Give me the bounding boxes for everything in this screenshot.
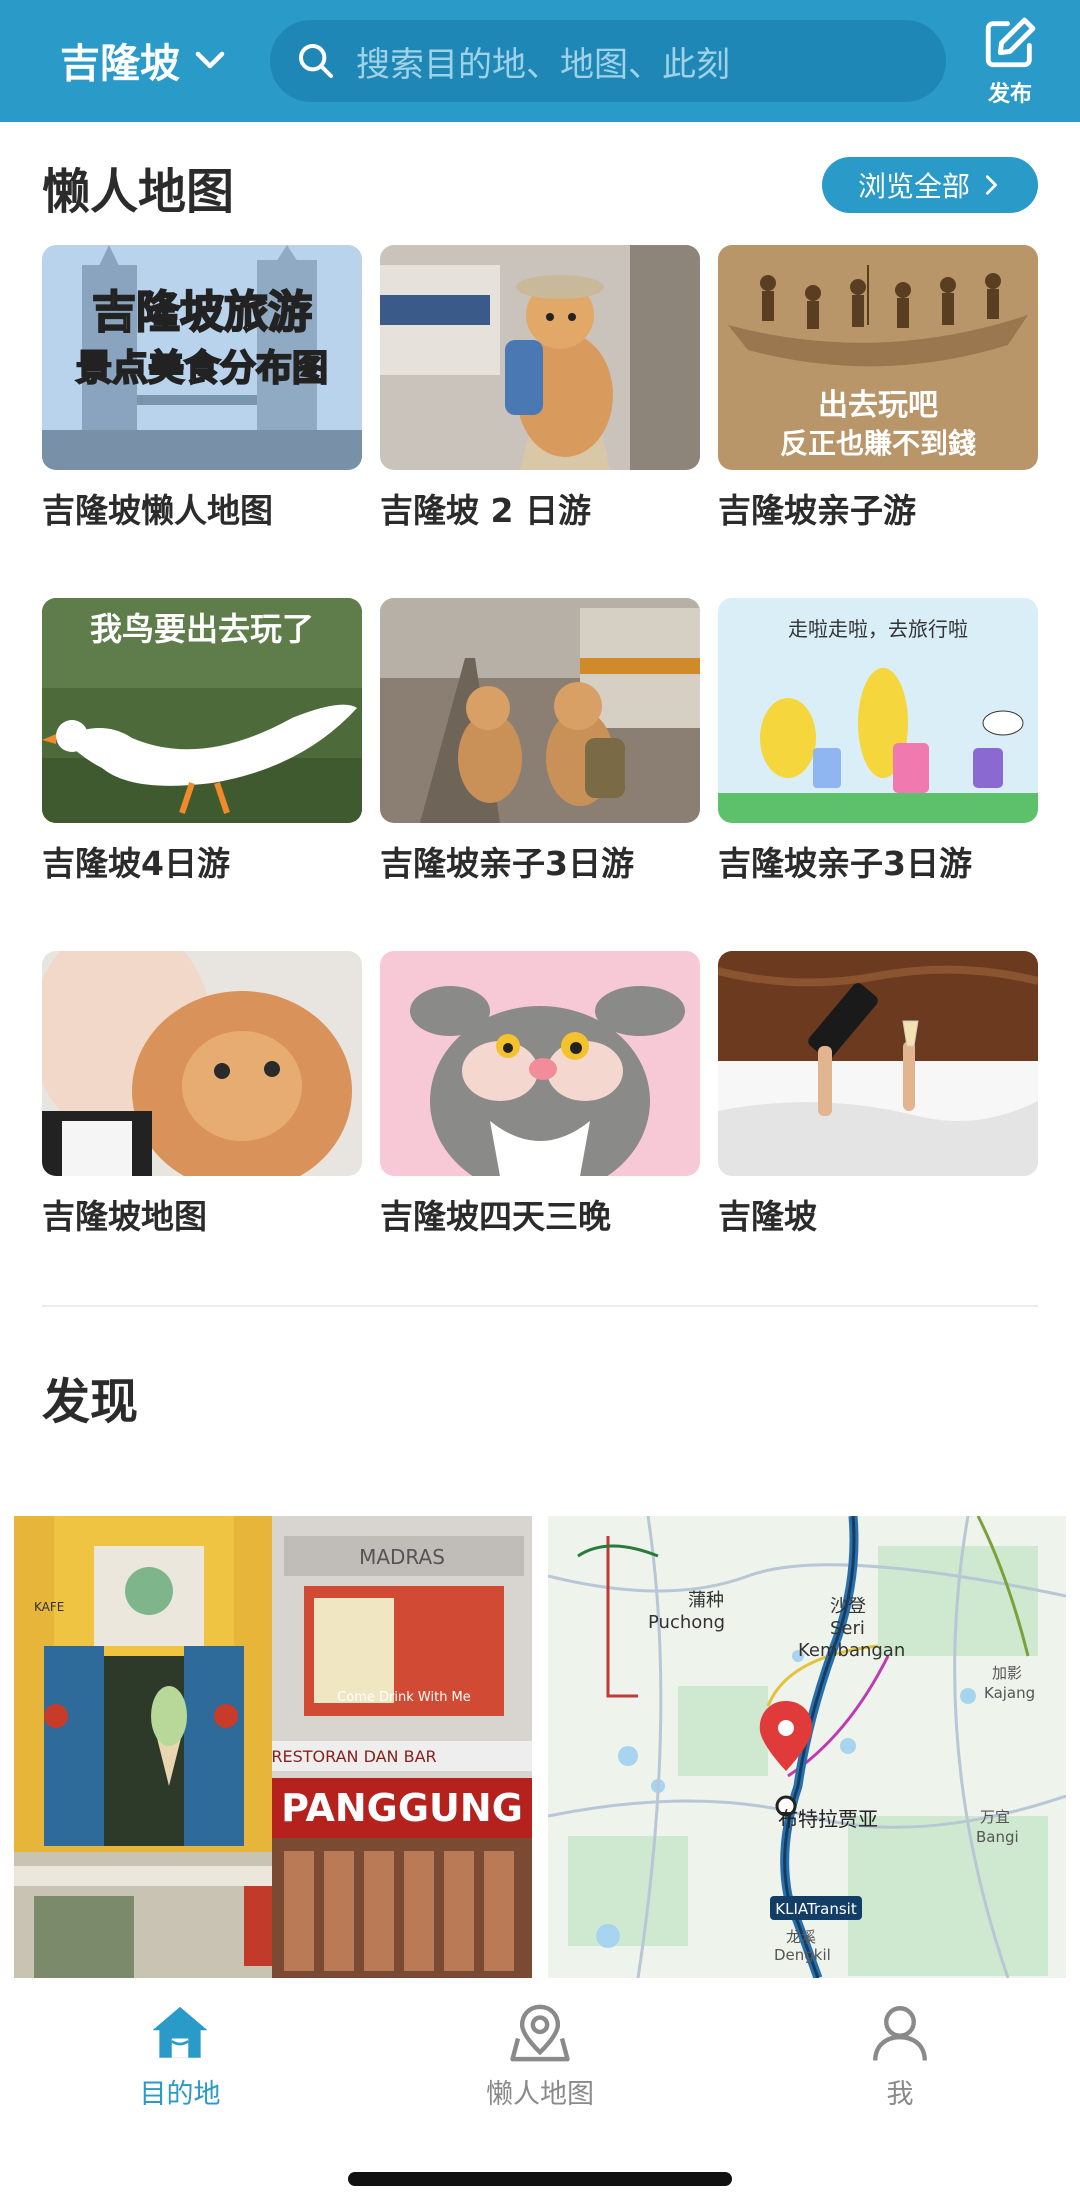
tab-lazy-maps[interactable]: 懒人地图 <box>440 2000 640 2111</box>
card-overlay-title: 出去玩吧 <box>818 388 938 423</box>
chevron-right-icon <box>985 175 997 195</box>
fruit-travel-cartoon: 走啦走啦，去旅行啦 <box>718 598 1038 823</box>
map-label-seri: Seri <box>830 1618 865 1639</box>
card-caption: 吉隆坡亲子3日游 <box>380 844 634 883</box>
card-caption: 吉隆坡亲子3日游 <box>718 844 972 883</box>
card-thumbnail: 走啦走啦，去旅行啦 <box>718 598 1038 823</box>
street-photo-collage: KAFE MADRAS Come Drink With Me RESTORAN … <box>14 1516 532 1978</box>
lazy-map-card[interactable]: 吉隆坡四天三晚 <box>380 951 700 1238</box>
card-thumbnail <box>718 951 1038 1176</box>
map-label-dengkil-cn: 龙溪 <box>786 1928 816 1946</box>
panggung-sign: PANGGUNG <box>281 1786 523 1830</box>
search-input[interactable]: 搜索目的地、地图、此刻 <box>270 20 946 102</box>
card-overlay-subtitle: 景点美食分布图 <box>76 348 328 389</box>
twin-towers-image: 吉隆坡旅游 景点美食分布图 <box>42 245 362 470</box>
lazy-map-card[interactable]: 吉隆坡 2 日游 <box>380 245 700 532</box>
transit-map-image: 蒲种 Puchong 沙登 Seri Kembangan 加影 Kajang 布… <box>548 1516 1066 1978</box>
cats-on-tracks-image <box>380 598 700 823</box>
search-placeholder: 搜索目的地、地图、此刻 <box>356 44 730 85</box>
lazy-map-card[interactable]: 走啦走啦，去旅行啦 吉隆坡亲子3日游 <box>718 598 1038 885</box>
girl-with-cat-image <box>42 951 362 1176</box>
home-icon <box>152 2006 208 2058</box>
map-label-putrajaya: 布特拉贾亚 <box>778 1807 878 1831</box>
discover-card[interactable]: KAFE MADRAS Come Drink With Me RESTORAN … <box>14 1516 532 1978</box>
tab-lazy-maps-label: 懒人地图 <box>486 2079 594 2110</box>
poster-text: Come Drink With Me <box>337 1690 471 1705</box>
lazy-map-card[interactable]: 出去玩吧 反正也賺不到錢 吉隆坡亲子游 <box>718 245 1038 532</box>
boat-painting-image: 出去玩吧 反正也賺不到錢 <box>718 245 1038 470</box>
map-label-puchong: Puchong <box>648 1612 725 1633</box>
card-overlay-title: 走啦走啦，去旅行啦 <box>788 617 968 641</box>
card-caption: 吉隆坡四天三晚 <box>380 1197 611 1236</box>
lazy-map-card[interactable]: 吉隆坡旅游 景点美食分布图 吉隆坡懒人地图 <box>42 245 362 532</box>
card-thumbnail <box>380 245 700 470</box>
cat-backpack-image <box>380 245 700 470</box>
map-label-bangi: Bangi <box>976 1828 1019 1846</box>
map-label-dengkil: Dengkil <box>774 1946 831 1964</box>
chevron-down-icon <box>195 51 225 69</box>
card-caption: 吉隆坡 <box>718 1197 817 1236</box>
card-thumbnail <box>380 951 700 1176</box>
map-label-seri-cn: 沙登 <box>830 1596 866 1617</box>
edit-icon <box>985 17 1036 68</box>
lazy-map-card[interactable]: 吉隆坡地图 <box>42 951 362 1238</box>
map-label-kajang-cn: 加影 <box>992 1664 1022 1682</box>
madras-sign: MADRAS <box>359 1545 445 1569</box>
browse-all-label: 浏览全部 <box>857 170 970 203</box>
section-divider <box>42 1305 1038 1307</box>
map-label-klia: KLIATransit <box>775 1900 857 1918</box>
card-thumbnail: 吉隆坡旅游 景点美食分布图 <box>42 245 362 470</box>
top-bar: 吉隆坡 搜索目的地、地图、此刻 发布 <box>0 0 1080 122</box>
user-icon <box>873 2006 927 2061</box>
lazy-map-card[interactable]: 我鸟要出去玩了 吉隆坡4日游 <box>42 598 362 885</box>
card-thumbnail <box>380 598 700 823</box>
kafe-sign: KAFE <box>34 1600 64 1614</box>
cartoon-bunny-image <box>380 951 700 1176</box>
card-caption: 吉隆坡地图 <box>42 1197 207 1236</box>
restoran-sign: RESTORAN DAN BAR <box>271 1747 436 1766</box>
tab-destination-label: 目的地 <box>139 2079 221 2110</box>
search-icon <box>299 44 333 78</box>
card-caption: 吉隆坡 2 日游 <box>380 491 591 530</box>
hotel-bed-image <box>718 951 1038 1176</box>
card-caption: 吉隆坡4日游 <box>42 844 230 883</box>
card-thumbnail: 出去玩吧 反正也賺不到錢 <box>718 245 1038 470</box>
card-caption: 吉隆坡懒人地图 <box>42 491 273 530</box>
discover-title: 发现 <box>42 1374 139 1430</box>
discover-map-card[interactable]: 蒲种 Puchong 沙登 Seri Kembangan 加影 Kajang 布… <box>548 1516 1066 1978</box>
publish-button[interactable]: 发布 <box>970 14 1050 114</box>
card-thumbnail <box>42 951 362 1176</box>
lazy-map-card[interactable]: 吉隆坡 <box>718 951 1038 1238</box>
map-pin-icon <box>510 2004 570 2062</box>
tab-destination[interactable]: 目的地 <box>80 2000 280 2111</box>
card-thumbnail: 我鸟要出去玩了 <box>42 598 362 823</box>
map-label-puchong-cn: 蒲种 <box>688 1590 724 1611</box>
card-overlay-title: 我鸟要出去玩了 <box>90 610 314 648</box>
tab-me[interactable]: 我 <box>800 2000 1000 2111</box>
tab-me-label: 我 <box>886 2079 914 2110</box>
browse-all-button[interactable]: 浏览全部 <box>822 157 1038 213</box>
city-selector[interactable]: 吉隆坡 <box>60 30 228 90</box>
card-overlay-title: 吉隆坡旅游 <box>92 287 312 338</box>
home-indicator <box>348 2172 732 2186</box>
map-label-bangi-cn: 万宜 <box>980 1808 1010 1826</box>
lazy-maps-title: 懒人地图 <box>42 164 235 220</box>
lazy-map-card[interactable]: 吉隆坡亲子3日游 <box>380 598 700 885</box>
map-label-kajang: Kajang <box>984 1684 1035 1702</box>
city-label: 吉隆坡 <box>60 41 180 87</box>
goose-image: 我鸟要出去玩了 <box>42 598 362 823</box>
card-caption: 吉隆坡亲子游 <box>718 491 916 530</box>
publish-label: 发布 <box>987 82 1032 107</box>
map-label-kembangan: Kembangan <box>798 1640 905 1661</box>
card-overlay-subtitle: 反正也賺不到錢 <box>780 427 976 460</box>
